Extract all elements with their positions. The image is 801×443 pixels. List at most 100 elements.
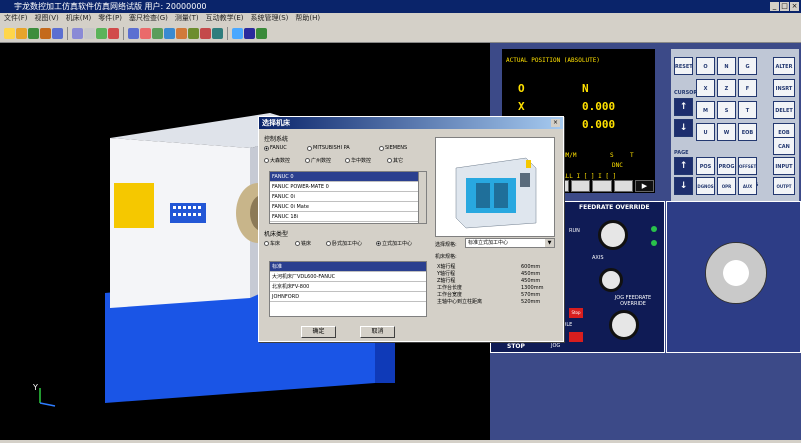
view-front-icon[interactable]: [164, 27, 175, 39]
address-key-t[interactable]: T: [738, 101, 757, 119]
address-key-m[interactable]: M: [696, 101, 715, 119]
address-key-f[interactable]: F: [738, 79, 757, 97]
page-down-icon[interactable]: ↓: [674, 177, 693, 195]
radio-vertical-center[interactable]: 立式加工中心: [376, 240, 412, 247]
fixture-icon[interactable]: [84, 27, 95, 39]
view-right-icon[interactable]: [200, 27, 211, 39]
radio-lathe[interactable]: 车床: [264, 240, 280, 247]
axis-label: AXIS: [592, 255, 604, 261]
handwheel-panel: [666, 201, 801, 353]
maker-list[interactable]: 标准 大河机床厂VDL600-FANUC 北京机床FV-800 JOHNFORD: [269, 261, 427, 317]
ok-button[interactable]: 确定: [301, 326, 336, 338]
radio-guangzhou[interactable]: 广州数控: [305, 157, 331, 164]
pan-icon[interactable]: [152, 27, 163, 39]
spec-dropdown[interactable]: 标准立式加工中心 ▼: [465, 238, 555, 248]
menu-part[interactable]: 零件(P): [98, 13, 122, 24]
maker-item[interactable]: 北京机床FV-800: [270, 282, 426, 292]
menu-view[interactable]: 视图(V): [35, 13, 59, 24]
alter-key[interactable]: ALTER: [773, 57, 795, 75]
stop-red-button[interactable]: Stop: [569, 308, 583, 318]
handwheel[interactable]: [705, 242, 767, 304]
address-key-o[interactable]: O: [696, 57, 715, 75]
radio-horizontal-center[interactable]: 卧式加工中心: [326, 240, 362, 247]
softkey-3[interactable]: [592, 180, 612, 192]
aux-graph-key[interactable]: AUX GRAPH: [738, 177, 757, 207]
radio-siemens[interactable]: SIEMENS: [379, 145, 407, 151]
output-start-key[interactable]: OUTPT START: [773, 177, 795, 207]
cancel-button[interactable]: 取消: [360, 326, 395, 338]
display-icon[interactable]: [244, 27, 255, 39]
rotate-icon[interactable]: [140, 27, 151, 39]
address-key-g[interactable]: G: [738, 57, 757, 75]
system-list[interactable]: FANUC 0 FANUC POWER-MATE 0 FANUC 0i FANU…: [269, 171, 427, 224]
reset-icon[interactable]: [212, 27, 223, 39]
minimize-button[interactable]: _: [770, 2, 779, 11]
cancel-key[interactable]: CAN: [773, 137, 795, 155]
delete-key[interactable]: DELET: [773, 101, 795, 119]
menu-feeler[interactable]: 塞尺检查(G): [129, 13, 168, 24]
tool-icon[interactable]: [96, 27, 107, 39]
machine-icon[interactable]: [40, 27, 51, 39]
page-up-icon[interactable]: ↑: [674, 157, 693, 175]
system-item[interactable]: FANUC POWER-MATE 0: [270, 182, 426, 192]
address-key-s[interactable]: S: [717, 101, 736, 119]
reset-key[interactable]: RESET: [674, 57, 693, 75]
cnc-icon[interactable]: [52, 27, 63, 39]
zoom-icon[interactable]: [128, 27, 139, 39]
measure-icon[interactable]: [108, 27, 119, 39]
new-file-icon[interactable]: [4, 27, 15, 39]
address-key-z[interactable]: Z: [717, 79, 736, 97]
input-key[interactable]: INPUT: [773, 157, 795, 175]
view-left-icon[interactable]: [188, 27, 199, 39]
pos-key[interactable]: POS: [696, 157, 715, 175]
save-icon[interactable]: [28, 27, 39, 39]
axis-selector-dial[interactable]: [599, 268, 623, 292]
open-icon[interactable]: [16, 27, 27, 39]
insert-key[interactable]: INSRT: [773, 79, 795, 97]
softkey-next-icon[interactable]: ▶: [634, 180, 655, 192]
maximize-button[interactable]: □: [780, 2, 789, 11]
softkey-4[interactable]: [613, 180, 633, 192]
radio-dasen[interactable]: 大森数控: [264, 157, 290, 164]
maker-item[interactable]: 大河机床厂VDL600-FANUC: [270, 272, 426, 282]
maker-item[interactable]: JOHNFORD: [270, 292, 426, 302]
menu-teaching[interactable]: 互动教学(E): [206, 13, 244, 24]
opr-alarm-key[interactable]: OPR ALARM: [717, 177, 736, 207]
system-list-scrollbar[interactable]: [418, 172, 426, 223]
radio-mill[interactable]: 铣床: [295, 240, 311, 247]
address-key-u[interactable]: U: [696, 123, 715, 141]
address-key-w[interactable]: W: [717, 123, 736, 141]
menu-machine[interactable]: 机床(M): [66, 13, 92, 24]
cursor-down-icon[interactable]: ↓: [674, 119, 693, 137]
menu-help[interactable]: 帮助(H): [295, 13, 320, 24]
close-button[interactable]: ×: [790, 2, 799, 11]
feedrate-override-dial[interactable]: [598, 220, 628, 250]
system-item[interactable]: FANUC 0: [270, 172, 426, 182]
window-icon[interactable]: [232, 27, 243, 39]
jog-red-button[interactable]: [569, 332, 583, 342]
offset-key[interactable]: OFFSET SETTING: [738, 157, 758, 187]
system-item[interactable]: FANUC 18i: [270, 212, 426, 222]
radio-fanuc[interactable]: FANUC: [264, 145, 287, 151]
menu-measure[interactable]: 测量(T): [175, 13, 199, 24]
address-key-eob[interactable]: EOB: [738, 123, 757, 141]
radio-mitsubishi[interactable]: MITSUBISHI PA: [307, 145, 350, 151]
maker-item[interactable]: 标准: [270, 262, 426, 272]
view-top-icon[interactable]: [176, 27, 187, 39]
dgnos-key[interactable]: DGNOS PARAM: [696, 177, 715, 207]
softkey-2[interactable]: [571, 180, 591, 192]
prog-key[interactable]: PROG: [717, 157, 736, 175]
menu-system[interactable]: 系统管理(S): [251, 13, 289, 24]
jog-feedrate-dial[interactable]: [609, 310, 639, 340]
address-key-n[interactable]: N: [717, 57, 736, 75]
system-item[interactable]: FANUC 0i Mate: [270, 202, 426, 212]
menu-file[interactable]: 文件(F): [4, 13, 28, 24]
dialog-close-button[interactable]: ×: [551, 119, 560, 127]
radio-huazhong[interactable]: 华中数控: [345, 157, 371, 164]
system-item[interactable]: FANUC 0i: [270, 192, 426, 202]
cursor-up-icon[interactable]: ↑: [674, 98, 693, 116]
address-key-x[interactable]: X: [696, 79, 715, 97]
layout-icon[interactable]: [256, 27, 267, 39]
workpiece-icon[interactable]: [72, 27, 83, 39]
radio-other[interactable]: 其它: [387, 157, 403, 164]
